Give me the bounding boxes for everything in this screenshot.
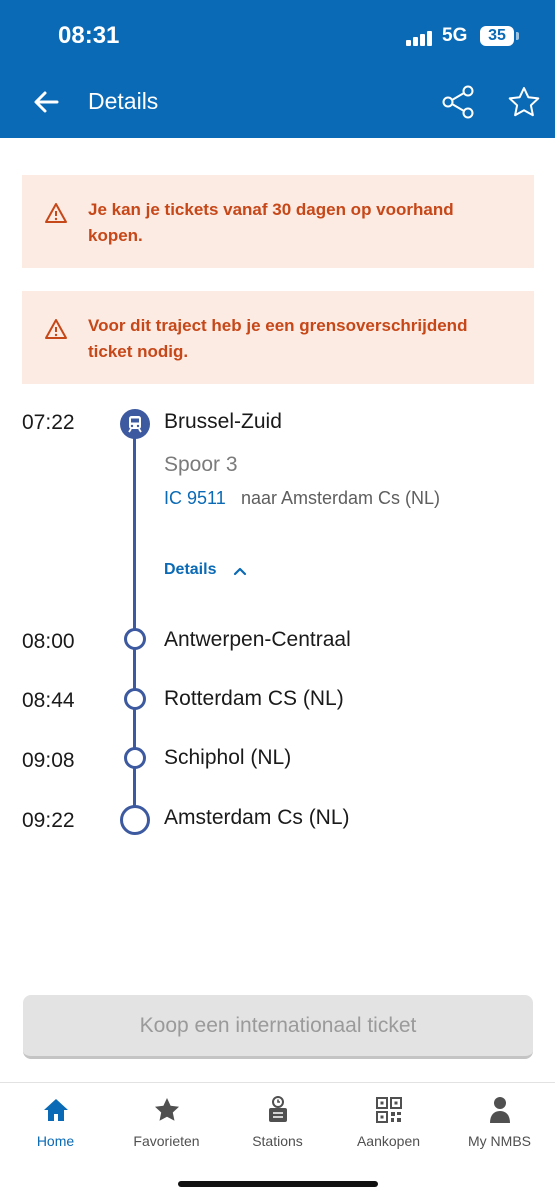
train-icon — [120, 409, 150, 439]
alert-booking-window: Je kan je tickets vanaf 30 dagen op voor… — [22, 175, 534, 268]
tab-home[interactable]: Home — [0, 1083, 111, 1163]
stop-station[interactable]: Rotterdam CS (NL) — [164, 687, 344, 711]
tab-my-nmbs[interactable]: My NMBS — [444, 1083, 555, 1163]
tab-purchases[interactable]: Aankopen — [333, 1083, 444, 1163]
tab-label: Favorieten — [133, 1133, 200, 1149]
stop-time: 09:08 — [22, 749, 75, 772]
star-icon — [155, 1098, 179, 1121]
share-icon[interactable] — [440, 84, 476, 120]
chevron-up-icon[interactable] — [232, 563, 248, 579]
qr-code-icon — [376, 1097, 402, 1123]
battery-icon: 35 — [480, 26, 514, 46]
platform-label: Spoor 3 — [164, 453, 238, 476]
back-arrow-icon[interactable] — [32, 88, 60, 116]
stop-marker — [124, 747, 146, 769]
home-icon — [44, 1099, 68, 1121]
battery-tip — [516, 32, 519, 40]
network-label: 5G — [442, 25, 468, 46]
departure-time: 07:22 — [22, 411, 75, 434]
tab-stations[interactable]: Stations — [222, 1083, 333, 1163]
buy-international-ticket-button[interactable]: Koop een internationaal ticket — [23, 995, 533, 1059]
stop-marker — [124, 628, 146, 650]
top-bar: 08:31 5G 35 Details — [0, 0, 555, 138]
arrival-marker — [120, 805, 150, 835]
train-number-link[interactable]: IC 9511 — [164, 488, 226, 509]
stop-station[interactable]: Schiphol (NL) — [164, 746, 291, 770]
tab-label: Stations — [252, 1133, 303, 1149]
departure-station[interactable]: Brussel-Zuid — [164, 410, 282, 434]
alert-text: Je kan je tickets vanaf 30 dagen op voor… — [88, 200, 454, 245]
tab-favorites[interactable]: Favorieten — [111, 1083, 222, 1163]
signal-icon — [406, 30, 434, 46]
arrival-time: 09:22 — [22, 809, 75, 832]
page-title: Details — [88, 88, 159, 114]
details-toggle[interactable]: Details — [164, 561, 216, 579]
home-indicator — [178, 1181, 378, 1187]
stop-time: 08:00 — [22, 630, 75, 653]
tab-label: Aankopen — [356, 1133, 421, 1149]
stop-marker — [124, 688, 146, 710]
alert-cross-border: Voor dit traject heb je een grensoversch… — [22, 291, 534, 384]
warning-icon — [45, 203, 67, 223]
stop-time: 08:44 — [22, 689, 75, 712]
arrival-station[interactable]: Amsterdam Cs (NL) — [164, 806, 350, 830]
station-icon — [269, 1096, 287, 1122]
user-icon — [490, 1097, 510, 1123]
favorite-star-icon[interactable] — [506, 85, 542, 121]
tab-label: My NMBS — [468, 1133, 531, 1149]
train-destination: naar Amsterdam Cs (NL) — [241, 488, 441, 508]
alert-text: Voor dit traject heb je een grensoversch… — [88, 316, 468, 361]
warning-icon — [45, 319, 67, 339]
status-time: 08:31 — [58, 22, 120, 49]
tab-label: Home — [36, 1133, 75, 1149]
stop-station[interactable]: Antwerpen-Centraal — [164, 628, 351, 652]
